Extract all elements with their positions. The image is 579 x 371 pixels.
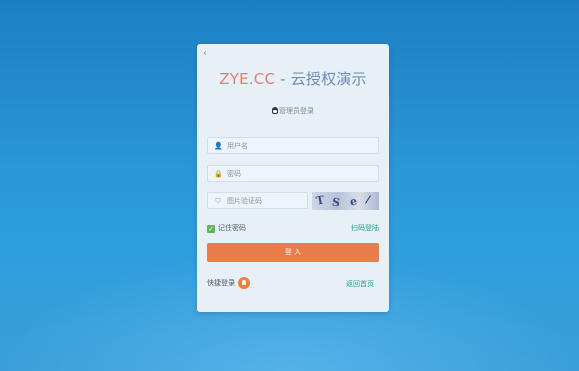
captcha-char: S — [330, 195, 342, 210]
remember-label: 记住密码 — [218, 224, 246, 232]
subtitle-text: 管理员登录 — [279, 107, 314, 115]
back-home-link[interactable]: 返回首页 — [346, 279, 374, 289]
password-placeholder: 密码 — [227, 170, 241, 178]
shield-icon: ⛉ — [215, 197, 221, 205]
captcha-image[interactable]: T S e / — [312, 192, 379, 210]
remember-password-row: ✓ 记住密码 — [207, 223, 246, 233]
captcha-placeholder: 图片验证码 — [227, 197, 262, 205]
password-field[interactable]: 🔒 密码 — [207, 165, 379, 182]
username-placeholder: 用户名 — [227, 142, 248, 150]
back-arrow-icon[interactable]: ‹ — [203, 48, 207, 60]
login-button[interactable]: 登 入 — [207, 243, 379, 262]
lock-icon: 🔒 — [214, 170, 223, 178]
quick-login: 快捷登录 — [207, 277, 250, 289]
qq-login-icon[interactable] — [238, 277, 250, 289]
remember-checkbox[interactable]: ✓ — [207, 225, 215, 233]
captcha-field[interactable]: ⛉ 图片验证码 — [207, 192, 308, 209]
captcha-char: T — [314, 193, 326, 208]
quick-login-label: 快捷登录 — [207, 279, 235, 287]
scan-login-link[interactable]: 扫码登陆 — [351, 223, 379, 233]
login-card: ‹ ZYE.CC - 云授权演示 管理员登录 👤 用户名 🔒 密码 ⛉ 图片验证… — [197, 44, 389, 312]
title-rest: - 云授权演示 — [275, 70, 367, 88]
username-field[interactable]: 👤 用户名 — [207, 137, 379, 154]
page-title: ZYE.CC - 云授权演示 — [197, 68, 389, 89]
user-icon: 👤 — [214, 142, 223, 150]
captcha-char: e — [349, 194, 358, 209]
admin-login-subtitle: 管理员登录 — [197, 106, 389, 116]
captcha-char: / — [364, 192, 372, 207]
title-brand: ZYE.CC — [219, 70, 276, 88]
qq-penguin-icon — [272, 107, 278, 114]
